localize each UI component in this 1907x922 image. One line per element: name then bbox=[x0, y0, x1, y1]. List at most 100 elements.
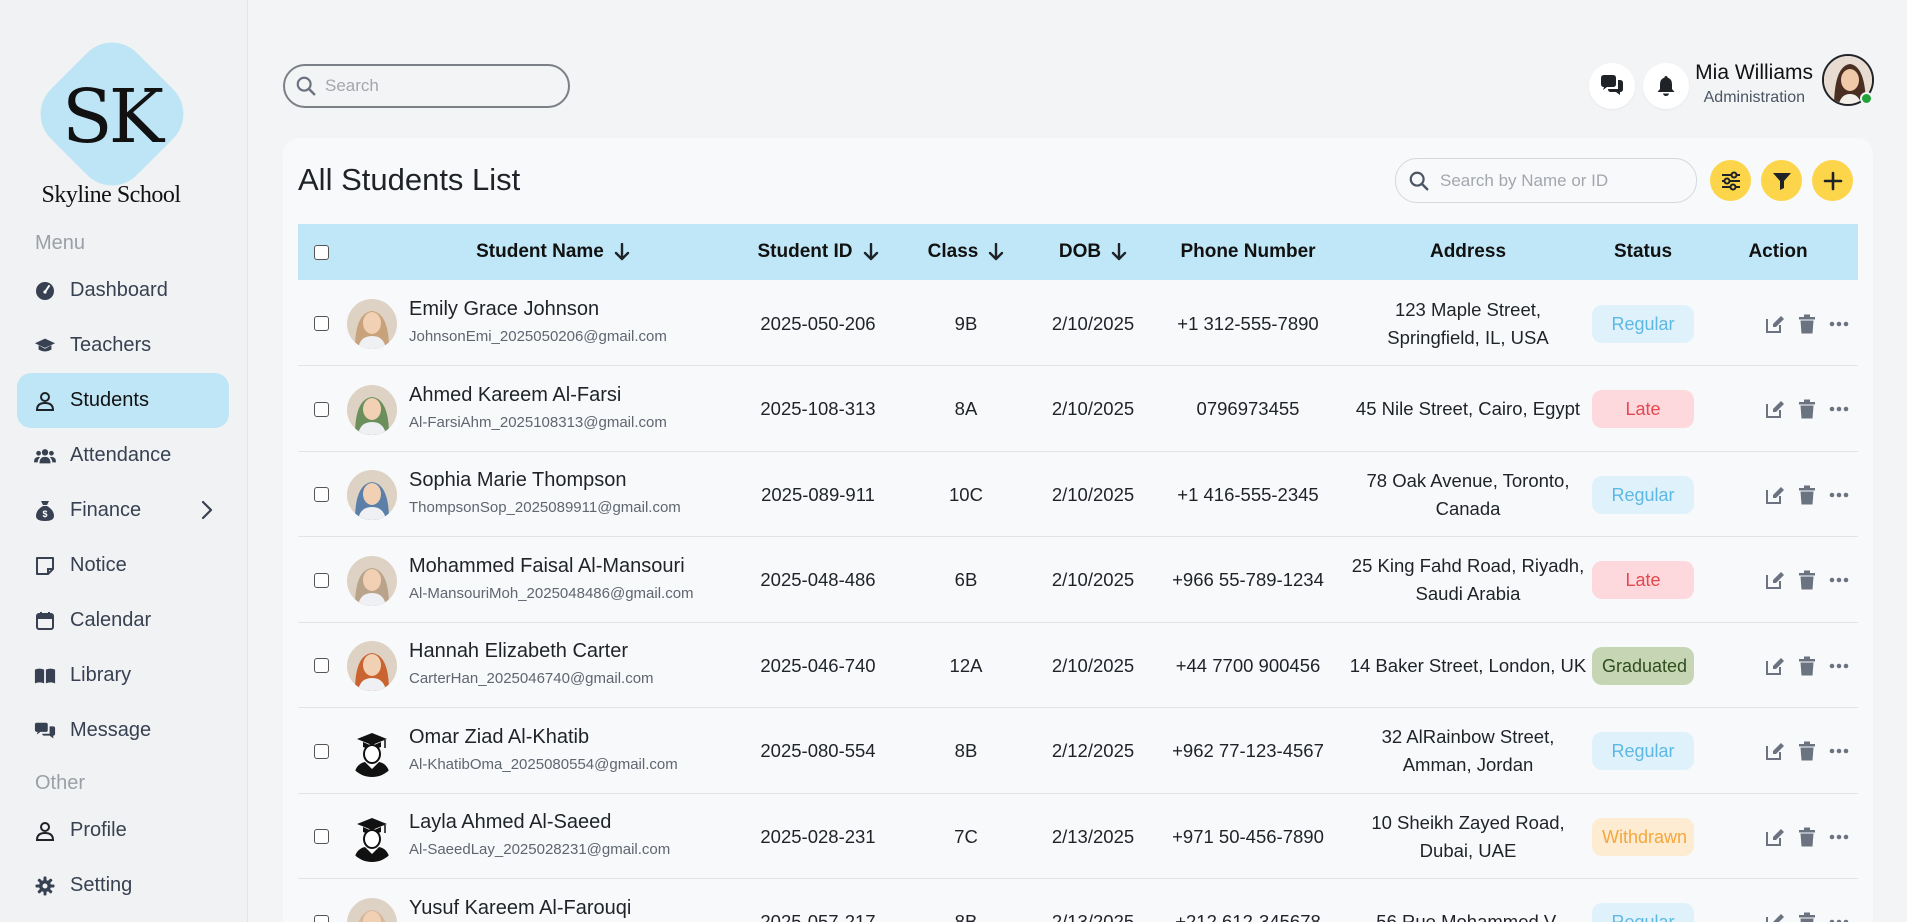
user-role: Administration bbox=[1703, 89, 1805, 106]
more-options-icon[interactable] bbox=[1828, 569, 1850, 591]
edit-icon[interactable] bbox=[1764, 484, 1786, 506]
student-name[interactable]: Hannah Elizabeth Carter bbox=[409, 640, 628, 663]
table-row[interactable]: Yusuf Kareem Al-Farouqi 2025-057-217 8B 2/1… bbox=[298, 880, 1858, 922]
row-checkbox[interactable] bbox=[313, 316, 329, 331]
plus-icon bbox=[1823, 171, 1842, 190]
col-class[interactable]: Class bbox=[910, 224, 1022, 280]
select-all-checkbox[interactable] bbox=[313, 244, 329, 260]
trash-icon[interactable] bbox=[1796, 911, 1818, 922]
table-row[interactable]: Mohammed Faisal Al-Mansouri Al-MansouriMo… bbox=[298, 538, 1858, 623]
col-phone-label: Phone Number bbox=[1180, 241, 1316, 262]
row-checkbox[interactable] bbox=[313, 743, 329, 759]
address-line: Saudi Arabia bbox=[1415, 583, 1521, 604]
student-name[interactable]: Layla Ahmed Al-Saeed bbox=[409, 811, 611, 834]
sort-arrow-down-icon[interactable] bbox=[988, 243, 1004, 261]
student-name[interactable]: Yusuf Kareem Al-Farouqi bbox=[409, 897, 631, 920]
row-select-cell bbox=[306, 538, 336, 623]
more-options-icon[interactable] bbox=[1828, 484, 1850, 506]
col-action-label: Action bbox=[1748, 241, 1808, 262]
row-checkbox[interactable] bbox=[313, 487, 329, 502]
student-class: 8B bbox=[954, 740, 978, 761]
sidebar-item-teachers[interactable]: Teachers bbox=[17, 318, 229, 373]
sidebar-item-message[interactable]: Message bbox=[17, 703, 229, 758]
filter-button[interactable] bbox=[1761, 160, 1802, 201]
table-row[interactable]: Omar Ziad Al-Khatib Al-KhatibOma_20250805… bbox=[298, 709, 1858, 794]
student-name[interactable]: Ahmed Kareem Al-Farsi bbox=[409, 384, 621, 407]
user-name[interactable]: Mia Williams bbox=[1695, 61, 1813, 85]
row-checkbox[interactable] bbox=[313, 572, 329, 588]
student-search[interactable] bbox=[1395, 158, 1697, 203]
student-address: 25 King Fahd Road, Riyadh, Saudi Arabia bbox=[1343, 538, 1593, 623]
col-student-id[interactable]: Student ID bbox=[738, 224, 898, 280]
row-select-cell bbox=[306, 880, 336, 922]
trash-icon[interactable] bbox=[1796, 398, 1818, 420]
sidebar-item-calendar[interactable]: Calendar bbox=[17, 593, 229, 648]
edit-icon[interactable] bbox=[1764, 740, 1786, 762]
more-options-icon[interactable] bbox=[1828, 655, 1850, 677]
trash-icon[interactable] bbox=[1796, 484, 1818, 506]
student-name[interactable]: Emily Grace Johnson bbox=[409, 298, 599, 321]
school-logo[interactable]: SK Skyline School bbox=[26, 28, 198, 214]
sort-arrow-down-icon[interactable] bbox=[863, 243, 879, 261]
table-row[interactable]: Hannah Elizabeth Carter CarterHan_2025046… bbox=[298, 623, 1858, 708]
gear-icon bbox=[34, 875, 56, 897]
more-options-icon[interactable] bbox=[1828, 740, 1850, 762]
student-name[interactable]: Omar Ziad Al-Khatib bbox=[409, 726, 589, 749]
sort-arrow-down-icon[interactable] bbox=[614, 243, 630, 261]
student-name[interactable]: Sophia Marie Thompson bbox=[409, 469, 627, 492]
sidebar-item-students[interactable]: Students bbox=[17, 373, 229, 428]
sidebar-item-library[interactable]: Library bbox=[17, 648, 229, 703]
row-checkbox[interactable] bbox=[313, 914, 329, 922]
messages-button[interactable] bbox=[1589, 63, 1635, 109]
more-options-icon[interactable] bbox=[1828, 398, 1850, 420]
edit-icon[interactable] bbox=[1764, 569, 1786, 591]
trash-icon[interactable] bbox=[1796, 313, 1818, 335]
chevron-right-icon[interactable] bbox=[201, 500, 213, 526]
edit-icon[interactable] bbox=[1764, 398, 1786, 420]
more-options-icon[interactable] bbox=[1828, 313, 1850, 335]
student-email: Al-FarsiAhm_2025108313@gmail.com bbox=[409, 413, 667, 431]
table-row[interactable]: Sophia Marie Thompson ThompsonSop_2025089… bbox=[298, 452, 1858, 537]
col-dob[interactable]: DOB bbox=[1033, 224, 1153, 280]
student-search-input[interactable] bbox=[1440, 170, 1690, 191]
sidebar-item-finance[interactable]: $ Finance bbox=[17, 483, 229, 538]
students-card: All Students List Student Name Student I… bbox=[283, 138, 1873, 922]
edit-icon[interactable] bbox=[1764, 911, 1786, 922]
student-dob: 2/10/2025 bbox=[1051, 654, 1135, 676]
row-checkbox[interactable] bbox=[313, 401, 329, 417]
logo-letters: SK bbox=[62, 74, 164, 160]
trash-icon[interactable] bbox=[1796, 826, 1818, 848]
row-checkbox[interactable] bbox=[313, 658, 329, 673]
add-student-button[interactable] bbox=[1812, 160, 1853, 201]
col-student-name[interactable]: Student Name bbox=[448, 224, 658, 280]
sidebar-item-setting[interactable]: Setting bbox=[17, 858, 229, 913]
student-id: 2025-108-313 bbox=[760, 398, 876, 419]
row-checkbox[interactable] bbox=[313, 829, 329, 844]
edit-icon[interactable] bbox=[1764, 313, 1786, 335]
edit-icon[interactable] bbox=[1764, 826, 1786, 848]
trash-icon[interactable] bbox=[1796, 740, 1818, 762]
global-search-input[interactable] bbox=[325, 76, 545, 96]
notifications-button[interactable] bbox=[1643, 63, 1689, 109]
school-name: Skyline School bbox=[41, 182, 181, 208]
adjust-columns-button[interactable] bbox=[1710, 160, 1751, 201]
sidebar-item-profile[interactable]: Profile bbox=[17, 803, 229, 858]
graduate-icon bbox=[347, 812, 397, 862]
table-row[interactable]: Layla Ahmed Al-Saeed Al-SaeedLay_20250282… bbox=[298, 794, 1858, 879]
table-row[interactable]: Emily Grace Johnson JohnsonEmi_2025050206… bbox=[298, 281, 1858, 366]
sidebar-item-notice[interactable]: Notice bbox=[17, 538, 229, 593]
table-row[interactable]: Ahmed Kareem Al-Farsi Al-FarsiAhm_2025108… bbox=[298, 367, 1858, 452]
edit-icon[interactable] bbox=[1764, 655, 1786, 677]
more-options-icon[interactable] bbox=[1828, 911, 1850, 922]
sort-arrow-down-icon[interactable] bbox=[1111, 243, 1127, 261]
student-name[interactable]: Mohammed Faisal Al-Mansouri bbox=[409, 555, 685, 578]
sidebar-item-attendance[interactable]: Attendance bbox=[17, 428, 229, 483]
global-search[interactable] bbox=[283, 64, 570, 108]
svg-text:$: $ bbox=[42, 509, 47, 519]
sidebar-item-dashboard[interactable]: Dashboard bbox=[17, 263, 229, 318]
chat-icon bbox=[1601, 75, 1623, 95]
more-options-icon[interactable] bbox=[1828, 826, 1850, 848]
dashboard-gauge-icon bbox=[34, 280, 56, 302]
trash-icon[interactable] bbox=[1796, 655, 1818, 677]
trash-icon[interactable] bbox=[1796, 569, 1818, 591]
